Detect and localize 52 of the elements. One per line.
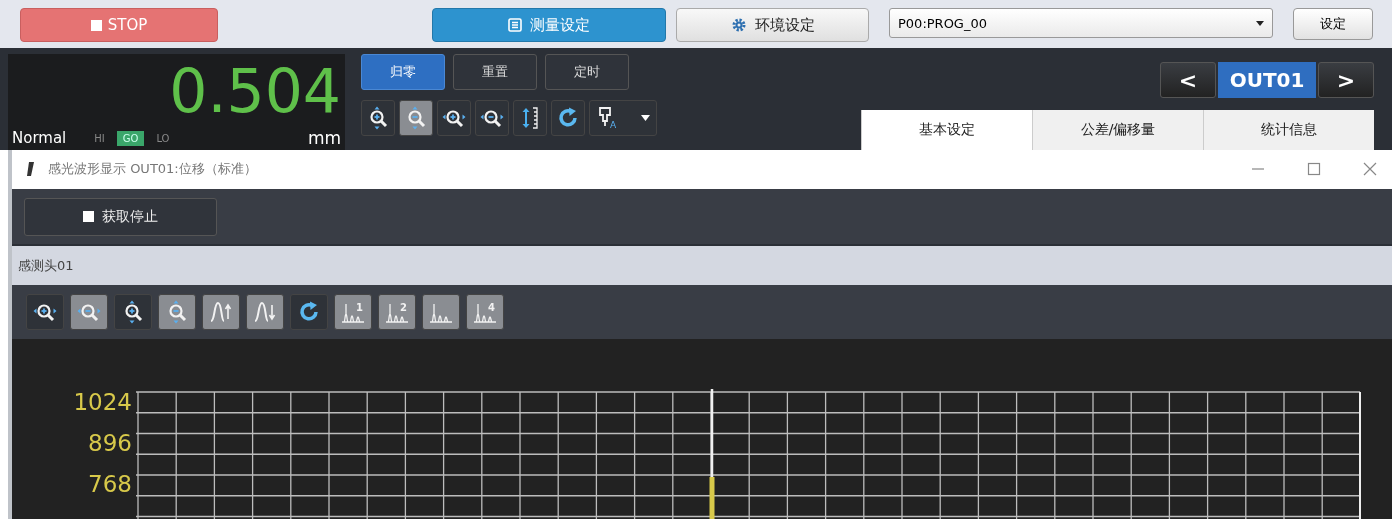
action-button[interactable]: 归零: [361, 54, 445, 90]
next-button[interactable]: >: [1318, 62, 1374, 98]
settings-button[interactable]: 设定: [1293, 8, 1373, 40]
judgement-indicator: LO: [155, 131, 171, 146]
axis-label: 896: [88, 430, 132, 457]
tab[interactable]: 基本设定: [861, 110, 1032, 150]
tool-button[interactable]: [158, 294, 196, 330]
judgement-indicator: GO: [116, 130, 145, 146]
previous-button[interactable]: <: [1160, 62, 1216, 98]
action-button[interactable]: 定时: [545, 54, 629, 90]
maximize-icon[interactable]: [1306, 161, 1322, 178]
tool-button[interactable]: [551, 100, 585, 136]
tool-button[interactable]: [399, 100, 433, 136]
sensor-head-label: 感测头01: [12, 244, 1392, 286]
measured-value: 0.504: [169, 55, 342, 128]
axis-label: 1024: [73, 389, 132, 416]
tool-button[interactable]: [114, 294, 152, 330]
list-icon: [508, 18, 522, 32]
dropdown-caret-icon: [641, 115, 650, 121]
refresh-icon: [297, 300, 321, 324]
stop-icon: [83, 211, 94, 222]
tab[interactable]: 统计信息: [1203, 110, 1374, 150]
stop-capture-button[interactable]: 获取停止: [24, 197, 217, 236]
app-icon: [26, 162, 34, 177]
axis-label: 768: [88, 471, 132, 498]
dropdown-caret-icon: [1256, 20, 1264, 26]
program-dropdown[interactable]: P00:PROG_00: [889, 8, 1273, 38]
tool-button[interactable]: A: [589, 100, 657, 136]
tool-button[interactable]: [361, 100, 395, 136]
judgement-indicator: HI: [93, 131, 106, 146]
action-button[interactable]: 重置: [453, 54, 537, 90]
gear-icon: [730, 17, 747, 33]
tool-button[interactable]: [513, 100, 547, 136]
tool-button[interactable]: [202, 294, 240, 330]
tool-button[interactable]: [70, 294, 108, 330]
mode-label: Normal: [12, 129, 67, 147]
peak-arrow-up-icon: [209, 300, 233, 324]
tab[interactable]: 公差/偏移量: [1032, 110, 1203, 150]
stop-icon: [90, 19, 102, 31]
unit-label: mm: [307, 128, 341, 148]
window-title: 感光波形显示 OUT01:位移（标准）: [48, 160, 257, 179]
peak-arrow-down-icon: [253, 300, 277, 324]
tab[interactable]: 环境设定: [676, 8, 869, 42]
tool-button[interactable]: [475, 100, 509, 136]
tool-button[interactable]: [26, 294, 64, 330]
refresh-icon: [556, 106, 580, 130]
close-icon[interactable]: [1362, 161, 1378, 178]
tool-button[interactable]: [290, 294, 328, 330]
tool-button[interactable]: [246, 294, 284, 330]
tool-button[interactable]: [422, 294, 460, 330]
output-label: OUT01: [1218, 62, 1316, 98]
tool-button[interactable]: [437, 100, 471, 136]
